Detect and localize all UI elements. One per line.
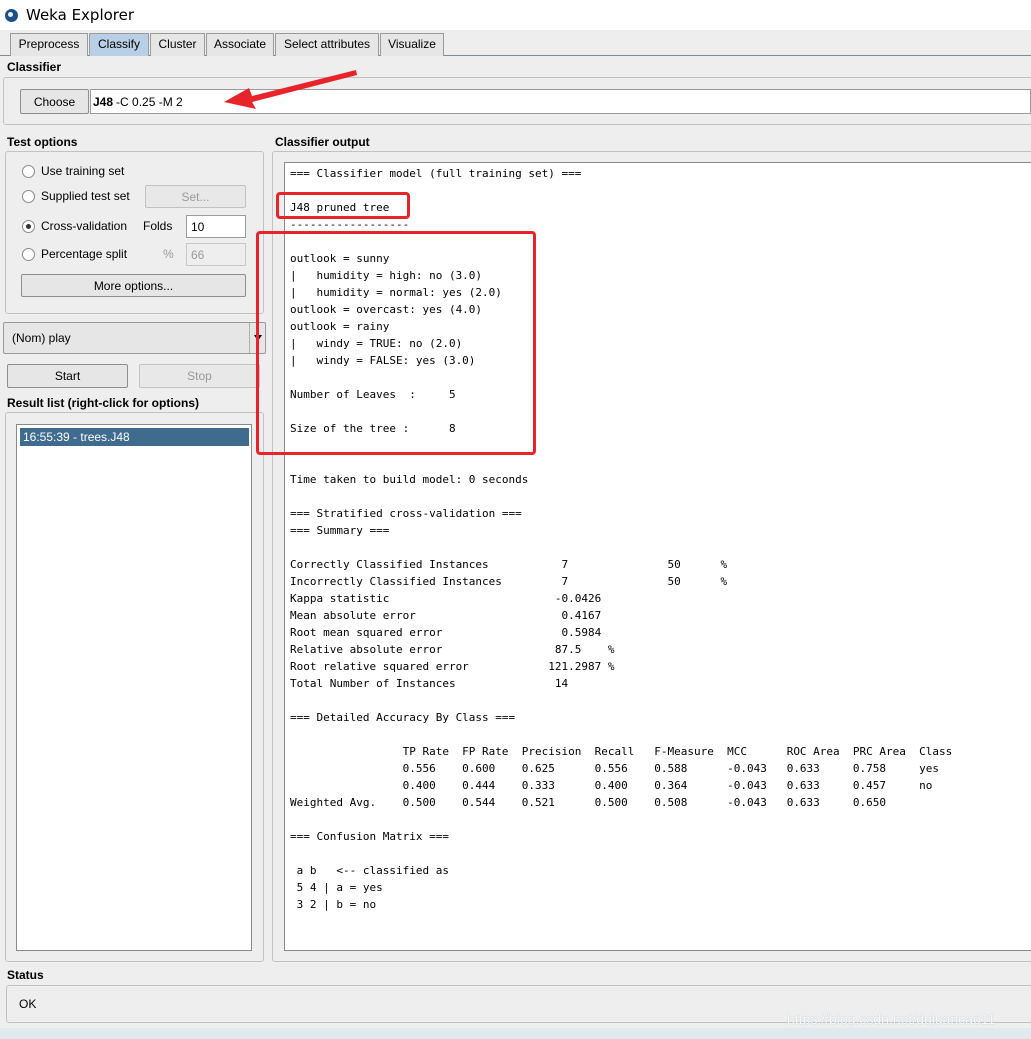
status-text: OK (19, 997, 37, 1011)
status-title: Status (7, 968, 44, 982)
annotation-arrow-icon (224, 70, 357, 109)
bottom-strip (0, 1028, 1031, 1039)
annotation-arrow (224, 70, 357, 109)
watermark: https://blog.csdn.net/dujuancao11 (787, 1011, 996, 1027)
